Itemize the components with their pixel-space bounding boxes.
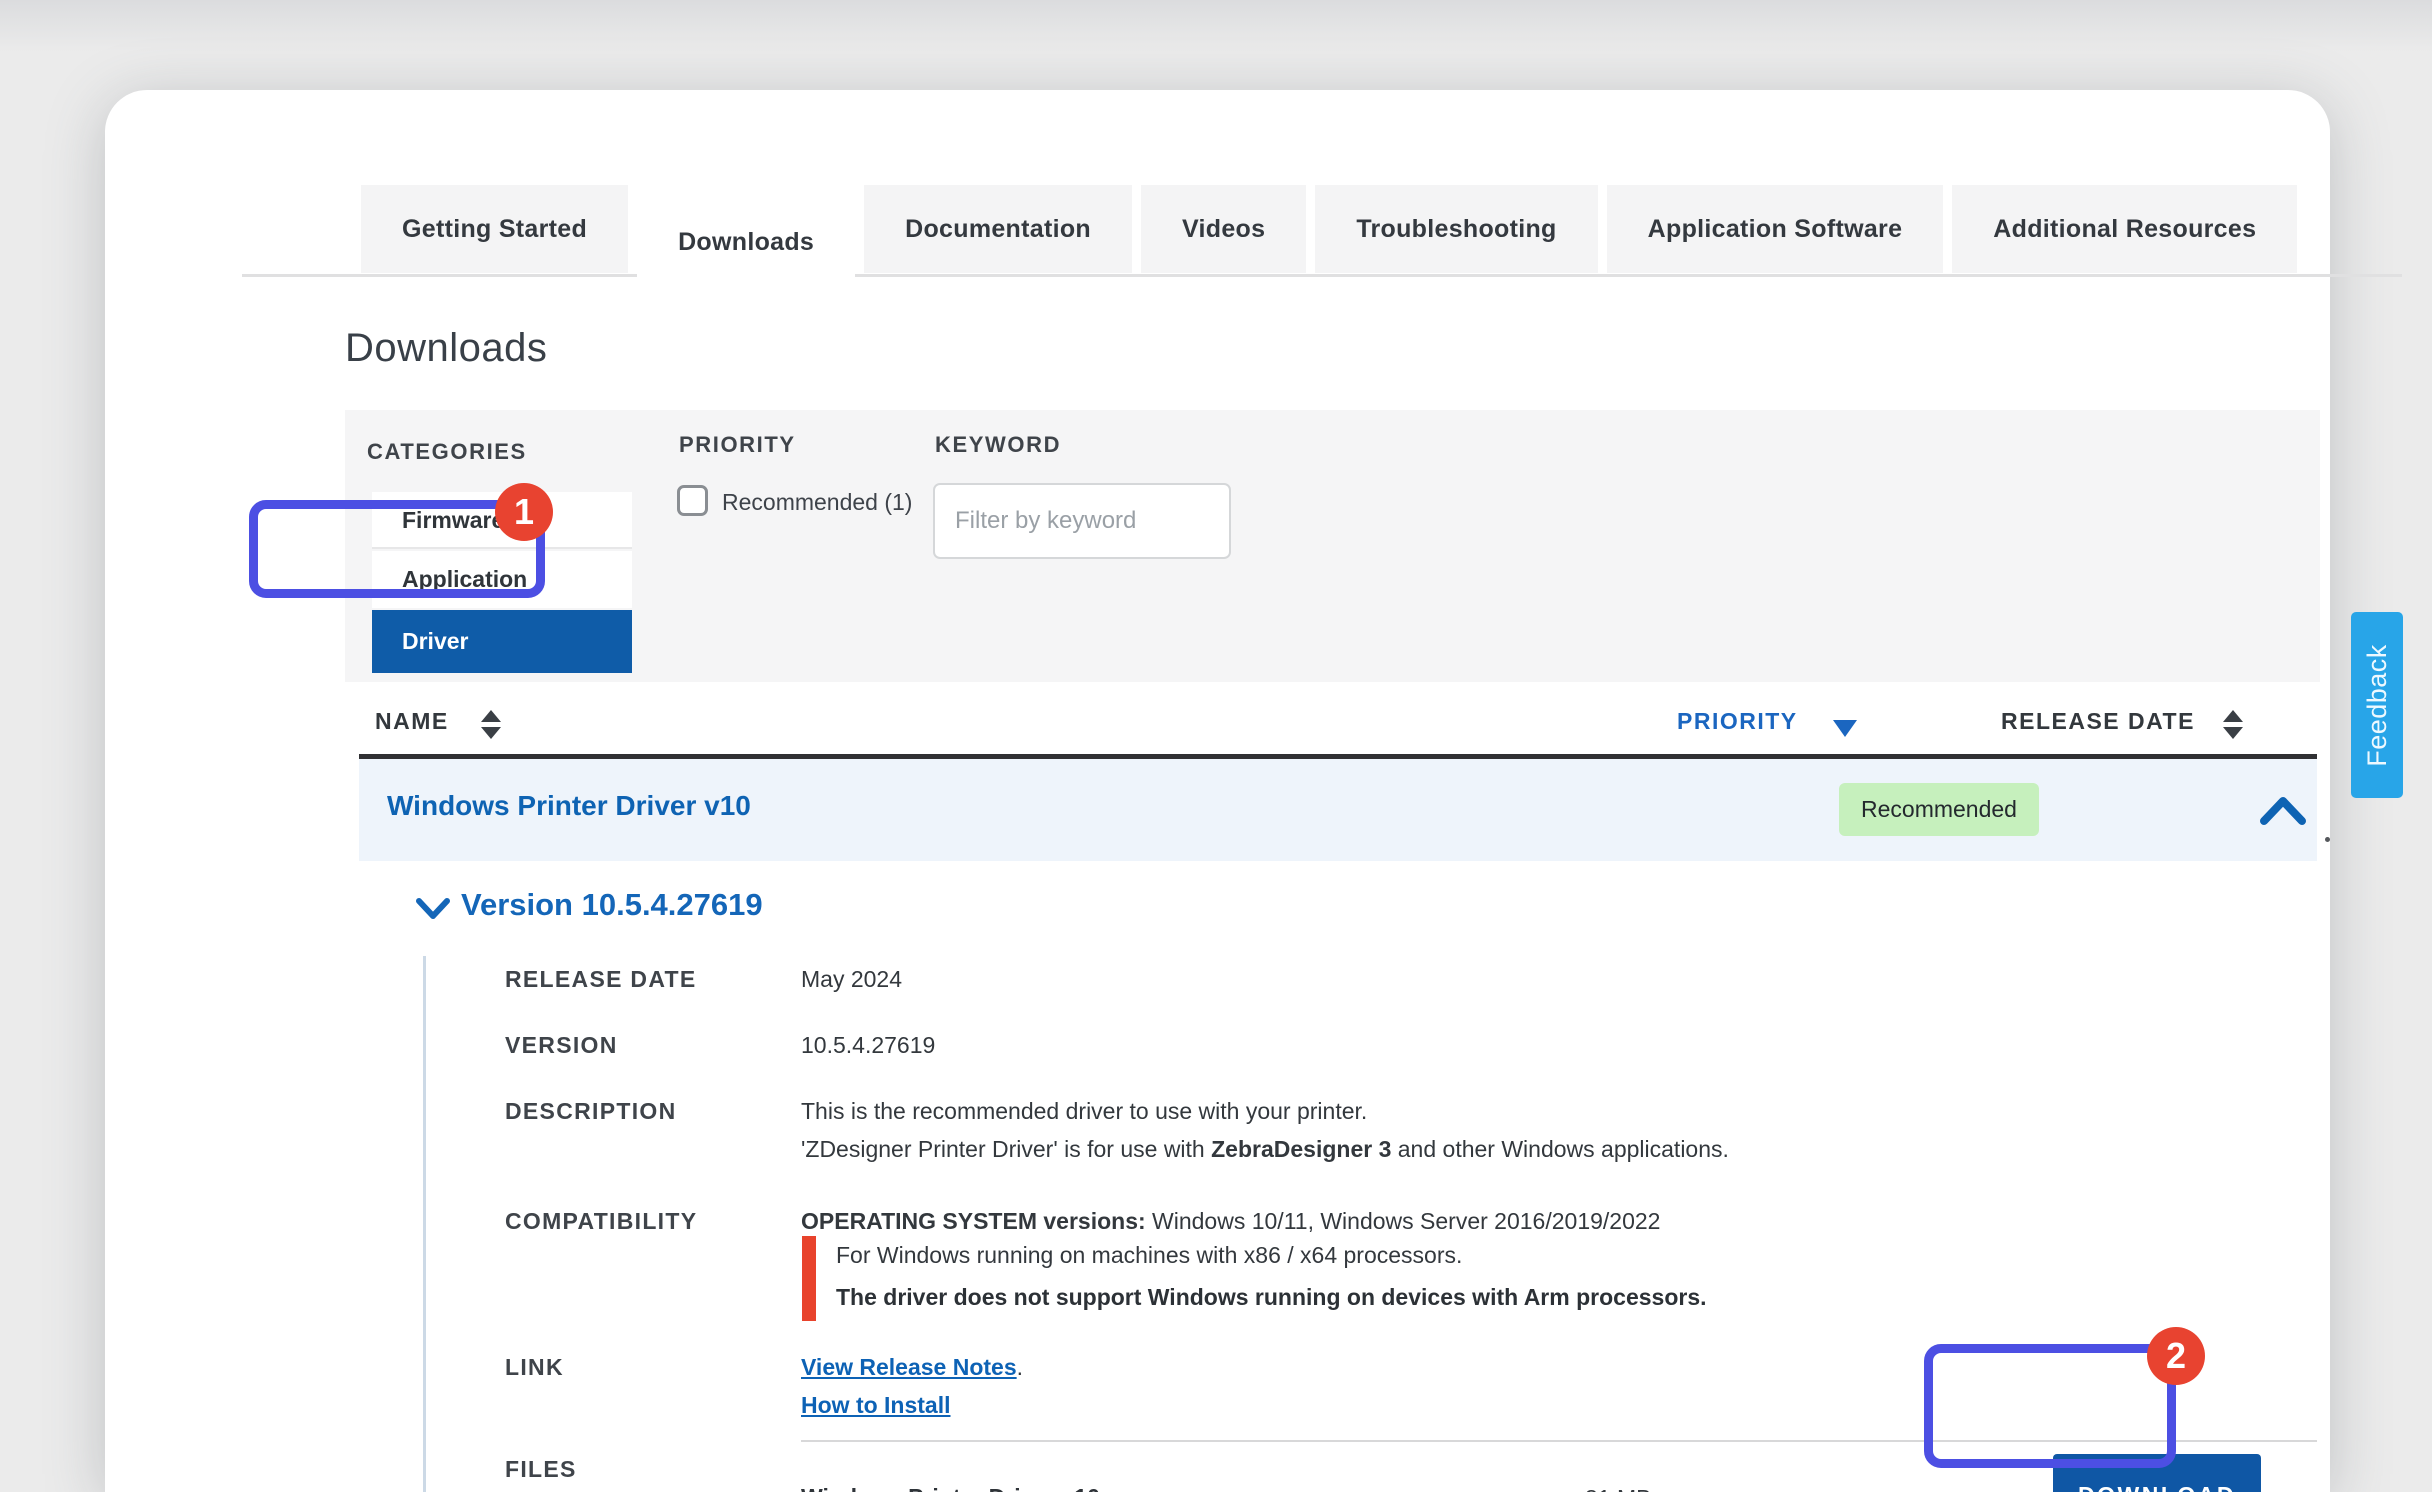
tab-additional-resources[interactable]: Additional Resources — [1952, 185, 2297, 273]
annotation-step1-badge: 1 — [495, 483, 553, 541]
compatibility-label: COMPATIBILITY — [505, 1208, 697, 1235]
release-notes-line: View Release Notes. — [801, 1354, 1023, 1381]
category-item-application[interactable]: Application — [372, 551, 632, 608]
version-value: 10.5.4.27619 — [801, 1032, 935, 1059]
compatibility-os-bold: OPERATING SYSTEM versions: — [801, 1208, 1146, 1234]
tab-bar: Getting Started Downloads Documentation … — [361, 185, 2297, 299]
feedback-tab[interactable]: Feedback — [2351, 612, 2403, 798]
description-line2-suffix: and other Windows applications. — [1391, 1136, 1729, 1162]
file-name: Windows Printer Driver v10.exe — [801, 1484, 1145, 1492]
sort-down-arrow — [481, 727, 501, 739]
feedback-tab-label: Feedback — [2362, 644, 2393, 767]
filter-panel — [345, 410, 2320, 682]
sort-up-arrow — [2223, 710, 2243, 722]
version-heading[interactable]: Version 10.5.4.27619 — [461, 887, 763, 923]
sort-icon-release-date[interactable] — [2223, 710, 2243, 739]
top-shadow — [0, 0, 2432, 52]
recommended-checkbox-label: Recommended (1) — [722, 489, 912, 516]
file-size: 31 MB — [1585, 1485, 1651, 1492]
compatibility-os-rest: Windows 10/11, Windows Server 2016/2019/… — [1146, 1208, 1661, 1234]
how-to-install-link[interactable]: How to Install — [801, 1392, 951, 1418]
files-divider — [801, 1440, 2317, 1442]
column-header-name[interactable]: NAME — [375, 708, 449, 735]
tab-troubleshooting[interactable]: Troubleshooting — [1315, 185, 1597, 273]
tab-videos[interactable]: Videos — [1141, 185, 1306, 273]
sort-icon-priority-desc[interactable] — [1833, 720, 1857, 737]
tab-downloads[interactable]: Downloads — [637, 185, 855, 299]
tab-getting-started[interactable]: Getting Started — [361, 185, 628, 273]
release-date-value: May 2024 — [801, 966, 902, 993]
link-label: LINK — [505, 1354, 564, 1381]
sort-down-arrow — [2223, 727, 2243, 739]
description-line2-bold: ZebraDesigner 3 — [1211, 1136, 1391, 1162]
description-line1: This is the recommended driver to use wi… — [801, 1098, 1367, 1125]
tab-documentation[interactable]: Documentation — [864, 185, 1132, 273]
categories-label: CATEGORIES — [367, 439, 527, 465]
how-to-install-line: How to Install — [801, 1392, 951, 1419]
release-date-label: RELEASE DATE — [505, 966, 697, 993]
artifact-dot — [2325, 837, 2330, 842]
category-item-driver-selected[interactable]: Driver — [372, 610, 632, 673]
view-release-notes-link[interactable]: View Release Notes — [801, 1354, 1017, 1380]
keyword-filter-input[interactable] — [933, 483, 1231, 559]
recommended-checkbox[interactable] — [677, 485, 708, 516]
page: Getting Started Downloads Documentation … — [0, 0, 2432, 1492]
column-header-priority[interactable]: PRIORITY — [1677, 708, 1798, 735]
compatibility-os-line: OPERATING SYSTEM versions: Windows 10/11… — [801, 1208, 1660, 1235]
annotation-step2-badge: 2 — [2147, 1327, 2205, 1385]
keyword-label: KEYWORD — [935, 432, 1061, 458]
compatibility-note-line2: The driver does not support Windows runn… — [836, 1284, 2002, 1311]
collapse-row-chevron-up-icon[interactable] — [2257, 790, 2309, 837]
recommended-status-badge: Recommended — [1839, 783, 2039, 836]
sort-icon-name[interactable] — [481, 710, 501, 739]
driver-title-link[interactable]: Windows Printer Driver v10 — [387, 790, 751, 822]
content-card: Getting Started Downloads Documentation … — [105, 90, 2330, 1492]
files-label: FILES — [505, 1456, 577, 1483]
priority-label: PRIORITY — [679, 432, 796, 458]
column-header-release-date[interactable]: RELEASE DATE — [2001, 708, 2195, 735]
details-left-rule — [423, 956, 426, 1492]
version-label: VERSION — [505, 1032, 618, 1059]
description-line2-prefix: 'ZDesigner Printer Driver' is for use wi… — [801, 1136, 1211, 1162]
description-line2: 'ZDesigner Printer Driver' is for use wi… — [801, 1136, 1729, 1163]
description-label: DESCRIPTION — [505, 1098, 676, 1125]
download-button[interactable]: DOWNLOAD — [2053, 1454, 2261, 1492]
compatibility-note-line1: For Windows running on machines with x86… — [836, 1242, 2002, 1269]
sort-up-arrow — [481, 710, 501, 722]
tab-application-software[interactable]: Application Software — [1607, 185, 1944, 273]
page-title: Downloads — [345, 326, 547, 371]
release-notes-period: . — [1017, 1354, 1023, 1380]
compatibility-alert-block: For Windows running on machines with x86… — [802, 1236, 2002, 1321]
version-chevron-down-icon[interactable] — [415, 896, 451, 927]
